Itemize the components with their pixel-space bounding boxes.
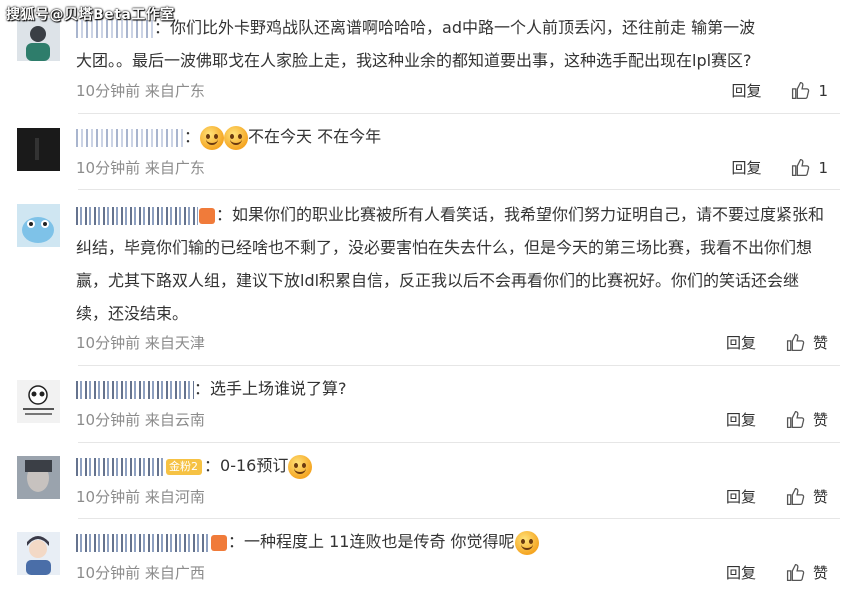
comment-meta: 10分钟前 来自河南	[76, 486, 205, 507]
like-button[interactable]: 1	[791, 158, 828, 177]
avatar[interactable]	[17, 532, 60, 575]
comment-actions: 回复 1	[731, 157, 828, 178]
comment-line-1: 你们比外卡野鸡战队还离谱啊哈哈哈，ad中路一个人前顶丢闪，还往前走 输第一波	[170, 18, 756, 37]
reply-button[interactable]: 回复	[726, 486, 756, 507]
timestamp: 10分钟前	[76, 488, 141, 506]
avatar[interactable]	[17, 204, 60, 247]
comment-meta: 10分钟前 来自天津	[76, 332, 205, 353]
like-label: 赞	[812, 334, 828, 352]
comment-body: 0-16预订	[220, 456, 289, 475]
reply-button[interactable]: 回复	[726, 562, 756, 583]
reply-button[interactable]: 回复	[731, 80, 761, 101]
avatar[interactable]	[17, 456, 60, 499]
avatar[interactable]	[17, 380, 60, 423]
username[interactable]	[76, 128, 184, 147]
thumbs-up-icon	[786, 563, 805, 582]
like-label: 赞	[812, 564, 828, 582]
crying-emoji-icon	[514, 530, 539, 555]
location: 来自广东	[144, 159, 205, 177]
comment-text: 金粉2 ：0-16预订	[76, 449, 828, 482]
colon: ：	[216, 205, 233, 224]
comment-body: 选手上场谁说了算?	[210, 379, 347, 398]
comment-body: 不在今天 不在今年	[248, 127, 382, 146]
comment-actions: 回复 赞	[726, 562, 828, 583]
location: 来自广西	[144, 564, 205, 582]
timestamp: 10分钟前	[76, 564, 141, 582]
laughing-emoji-icon	[224, 125, 249, 150]
divider	[78, 189, 840, 190]
like-button[interactable]: 赞	[786, 486, 828, 507]
divider	[78, 365, 840, 366]
comment-text: ：一种程度上 11连败也是传奇 你觉得呢	[76, 525, 828, 558]
comment-actions: 回复 赞	[726, 409, 828, 430]
location: 来自广东	[144, 82, 205, 100]
like-button[interactable]: 赞	[786, 562, 828, 583]
comment-meta: 10分钟前 来自广西	[76, 562, 205, 583]
username[interactable]	[76, 206, 198, 225]
smile-emoji-icon	[288, 454, 313, 479]
location: 来自云南	[144, 411, 205, 429]
fan-badge-icon	[199, 207, 215, 224]
timestamp: 10分钟前	[76, 82, 141, 100]
like-button[interactable]: 1	[791, 81, 828, 100]
laughing-emoji-icon	[200, 125, 225, 150]
comment-actions: 回复 赞	[726, 332, 828, 353]
colon: ：	[184, 127, 201, 146]
thumbs-up-icon	[792, 81, 810, 100]
divider	[78, 113, 840, 114]
like-count: 1	[818, 158, 828, 177]
comment-meta: 10分钟前 来自广东	[76, 80, 205, 101]
like-button[interactable]: 赞	[786, 409, 828, 430]
like-count: 1	[818, 81, 828, 100]
timestamp: 10分钟前	[76, 334, 141, 352]
avatar[interactable]	[17, 18, 60, 61]
timestamp: 10分钟前	[76, 411, 141, 429]
timestamp: 10分钟前	[76, 159, 141, 177]
like-button[interactable]: 赞	[786, 332, 828, 353]
thumbs-up-icon	[786, 487, 805, 506]
divider	[78, 518, 840, 519]
avatar[interactable]	[17, 128, 60, 171]
comment-actions: 回复 赞	[726, 486, 828, 507]
username[interactable]	[76, 457, 164, 476]
location: 来自天津	[144, 334, 205, 352]
comment-actions: 回复 1	[731, 80, 828, 101]
comment-body: 一种程度上 11连败也是传奇 你觉得呢	[244, 532, 515, 551]
comment-text: ：选手上场谁说了算?	[76, 372, 828, 405]
like-label: 赞	[812, 411, 828, 429]
colon: ：	[194, 379, 211, 398]
watermark: 搜狐号@贝塔Beta工作室	[6, 7, 175, 23]
fan-badge-icon	[211, 534, 227, 551]
comment-text: ：你们比外卡野鸡战队还离谱啊哈哈哈，ad中路一个人前顶丢闪，还往前走 输第一波 …	[76, 11, 828, 77]
comment-meta: 10分钟前 来自广东	[76, 157, 205, 178]
like-label: 赞	[812, 488, 828, 506]
username[interactable]	[76, 533, 210, 552]
colon: ：	[204, 456, 221, 475]
thumbs-up-icon	[792, 158, 810, 177]
reply-button[interactable]: 回复	[726, 332, 756, 353]
colon: ：	[228, 532, 245, 551]
reply-button[interactable]: 回复	[731, 157, 761, 178]
comment-line-rest: 大团。。最后一波佛耶戈在人家脸上走，我这种业余的都知道要出事，这种选手配出现在l…	[76, 51, 752, 70]
location: 来自河南	[144, 488, 205, 506]
thumbs-up-icon	[786, 333, 805, 352]
comment-meta: 10分钟前 来自云南	[76, 409, 205, 430]
comment-text: ：如果你们的职业比赛被所有人看笑话，我希望你们努力证明自己，请不要过度紧张和纠结…	[76, 198, 828, 330]
divider	[78, 442, 840, 443]
reply-button[interactable]: 回复	[726, 409, 756, 430]
fan-badge: 金粉2	[166, 458, 202, 475]
comment-text: ： 不在今天 不在今年	[76, 120, 828, 153]
thumbs-up-icon	[786, 410, 805, 429]
username[interactable]	[76, 380, 194, 399]
